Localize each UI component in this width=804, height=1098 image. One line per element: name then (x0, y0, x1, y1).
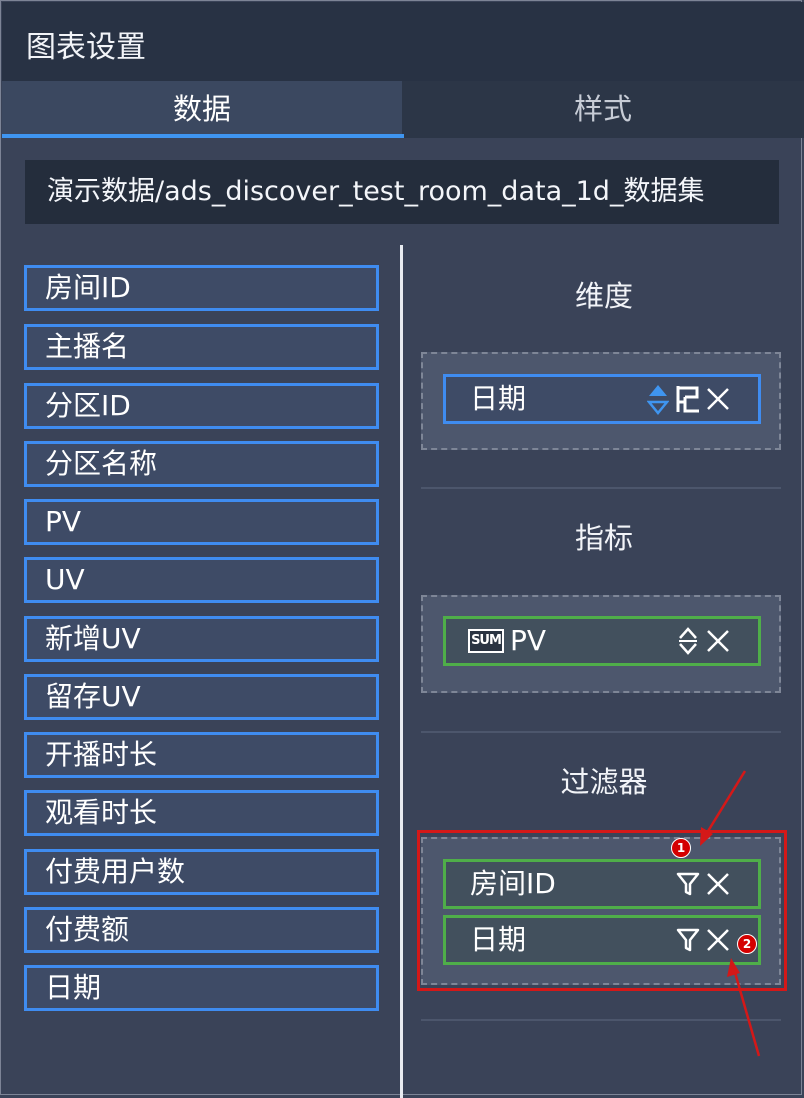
close-icon[interactable] (704, 377, 732, 421)
metric-pill-label: PV (510, 624, 547, 657)
section-separator (421, 487, 781, 489)
dimensions-title: 维度 (574, 279, 633, 313)
annotation-highlight-box (417, 830, 787, 991)
chart-settings-panel: 图表设置 数据 样式 演示数据/ads_discover_test_room_d… (0, 0, 804, 1098)
sort-icon[interactable] (644, 377, 672, 421)
field-item-live-duration[interactable]: 开播时长 (24, 732, 379, 778)
active-tab-indicator (2, 134, 404, 138)
filters-title: 过滤器 (560, 765, 648, 799)
field-item-pv[interactable]: PV (24, 499, 379, 545)
tab-style[interactable]: 样式 (403, 81, 803, 138)
field-item-retained-uv[interactable]: 留存UV (24, 674, 379, 720)
field-item-zone-name[interactable]: 分区名称 (24, 441, 379, 487)
field-item-payment-amount[interactable]: 付费额 (24, 907, 379, 953)
section-separator (421, 1019, 781, 1021)
aggregation-badge[interactable]: SUM (468, 629, 504, 653)
field-item-anchor-name[interactable]: 主播名 (24, 324, 379, 370)
tab-data[interactable]: 数据 (2, 81, 402, 138)
tab-bar: 数据 样式 (2, 81, 804, 138)
annotation-badge-2: 2 (737, 934, 757, 954)
metric-pill-pv[interactable]: SUM PV (443, 616, 761, 666)
sort-icon[interactable] (674, 619, 702, 663)
field-item-paying-users[interactable]: 付费用户数 (24, 849, 379, 895)
dimension-pill-label: 日期 (470, 382, 527, 415)
section-separator (421, 731, 781, 733)
field-item-watch-duration[interactable]: 观看时长 (24, 790, 379, 836)
metrics-title: 指标 (574, 521, 633, 555)
field-item-new-uv[interactable]: 新增UV (24, 616, 379, 662)
dataset-selector[interactable]: 演示数据/ads_discover_test_room_data_1d_数据集 (25, 160, 779, 224)
close-icon[interactable] (704, 619, 732, 663)
field-item-date[interactable]: 日期 (24, 965, 379, 1011)
field-item-uv[interactable]: UV (24, 557, 379, 603)
dimension-pill-date[interactable]: 日期 (443, 374, 761, 424)
title-bar: 图表设置 (2, 2, 804, 81)
annotation-badge-1: 1 (671, 838, 691, 858)
hierarchy-icon[interactable] (674, 377, 702, 421)
column-divider (400, 245, 403, 1098)
panel-title: 图表设置 (26, 30, 146, 65)
field-item-zone-id[interactable]: 分区ID (24, 383, 379, 429)
field-item-room-id[interactable]: 房间ID (24, 265, 379, 311)
